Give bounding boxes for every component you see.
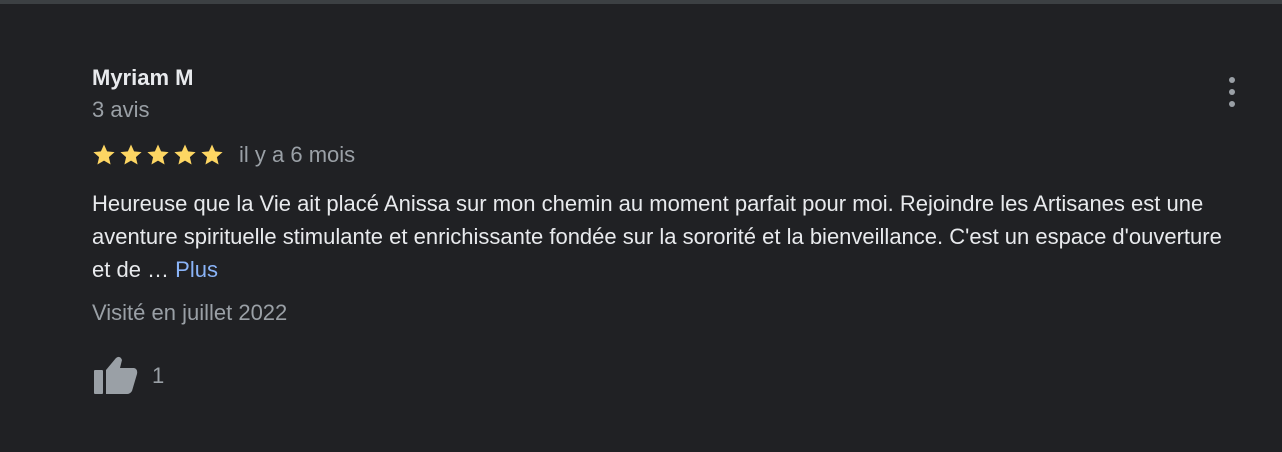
visit-date: Visité en juillet 2022	[92, 300, 288, 325]
like-button[interactable]	[92, 354, 140, 398]
star-icon	[119, 143, 143, 167]
read-more-link[interactable]: Plus	[175, 257, 218, 282]
thumb-up-icon	[94, 356, 138, 394]
like-row: 1	[92, 354, 164, 398]
star-icon	[173, 143, 197, 167]
more-options-button[interactable]	[1216, 74, 1248, 110]
star-icon	[146, 143, 170, 167]
star-icon	[200, 143, 224, 167]
like-count: 1	[152, 363, 165, 388]
star-icon	[92, 143, 116, 167]
review-date: il y a 6 mois	[239, 142, 356, 167]
more-vert-icon	[1229, 77, 1235, 107]
reviewer-name[interactable]: Myriam M	[92, 64, 193, 92]
reviewer-review-count[interactable]: 3 avis	[92, 96, 149, 124]
review-text-body: Heureuse que la Vie ait placé Anissa sur…	[92, 191, 1222, 282]
star-rating	[92, 143, 227, 167]
review-card: Myriam M 3 avis il y a 6 mois Heureuse q…	[0, 4, 1282, 452]
review-text: Heureuse que la Vie ait placé Anissa sur…	[92, 187, 1222, 286]
rating-row: il y a 6 mois	[92, 140, 355, 170]
